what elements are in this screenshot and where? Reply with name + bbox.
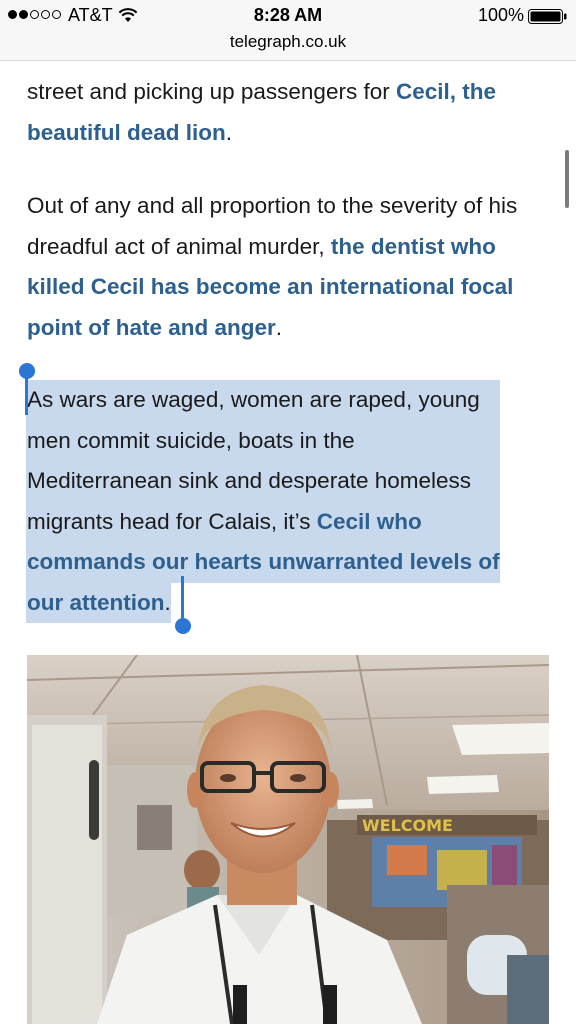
paragraph-1: street and picking up passengers for Cec… <box>27 72 543 153</box>
cecil-commands-link-start[interactable]: Cecil who <box>317 509 422 534</box>
paragraph-2: Out of any and all proportion to the sev… <box>27 186 543 348</box>
selected-line-6: our attention. <box>26 582 171 623</box>
url-text[interactable]: telegraph.co.uk <box>230 32 346 52</box>
selection-end-handle[interactable] <box>175 618 191 634</box>
battery-percentage: 100% <box>477 5 524 25</box>
battery-icon <box>528 9 567 24</box>
selected-line-1: As wars are waged, women are raped, youn… <box>26 380 500 421</box>
selected-line-5: commands our hearts unwarranted levels o… <box>26 542 500 583</box>
selected-line-4: migrants head for Calais, it’s Cecil who <box>26 501 500 542</box>
address-bar[interactable]: telegraph.co.uk <box>0 32 576 61</box>
phone-screen: AT&T 8:28 AM 100% telegraph.co.uk street… <box>0 0 576 1024</box>
cecil-commands-link-end[interactable]: our attention <box>27 590 164 615</box>
scroll-indicator[interactable] <box>565 150 569 208</box>
selected-line-2: men commit suicide, boats in the <box>26 420 500 461</box>
cecil-commands-link-middle[interactable]: commands our hearts unwarranted levels o… <box>27 549 500 574</box>
paragraph-1-text: street and picking up passengers for <box>27 79 396 104</box>
welcome-sign-text: WELCOME <box>362 816 453 835</box>
paragraph-1-end: . <box>225 119 233 145</box>
selection-end-caret <box>181 576 184 619</box>
paragraph-3-end: . <box>164 589 171 615</box>
paragraph-2-end: . <box>275 314 283 340</box>
dentist-portrait-image: WELCOME <box>27 655 549 1024</box>
selection-start-caret <box>25 372 28 415</box>
paragraph-3-selected[interactable]: As wars are waged, women are raped, youn… <box>26 380 500 623</box>
article-photo: WELCOME <box>27 655 549 1024</box>
status-bar: AT&T 8:28 AM 100% <box>0 0 576 32</box>
selected-line-3: Mediterranean sink and desperate homeles… <box>26 461 500 502</box>
paragraph-3-text: migrants head for Calais, it’s <box>27 508 317 534</box>
